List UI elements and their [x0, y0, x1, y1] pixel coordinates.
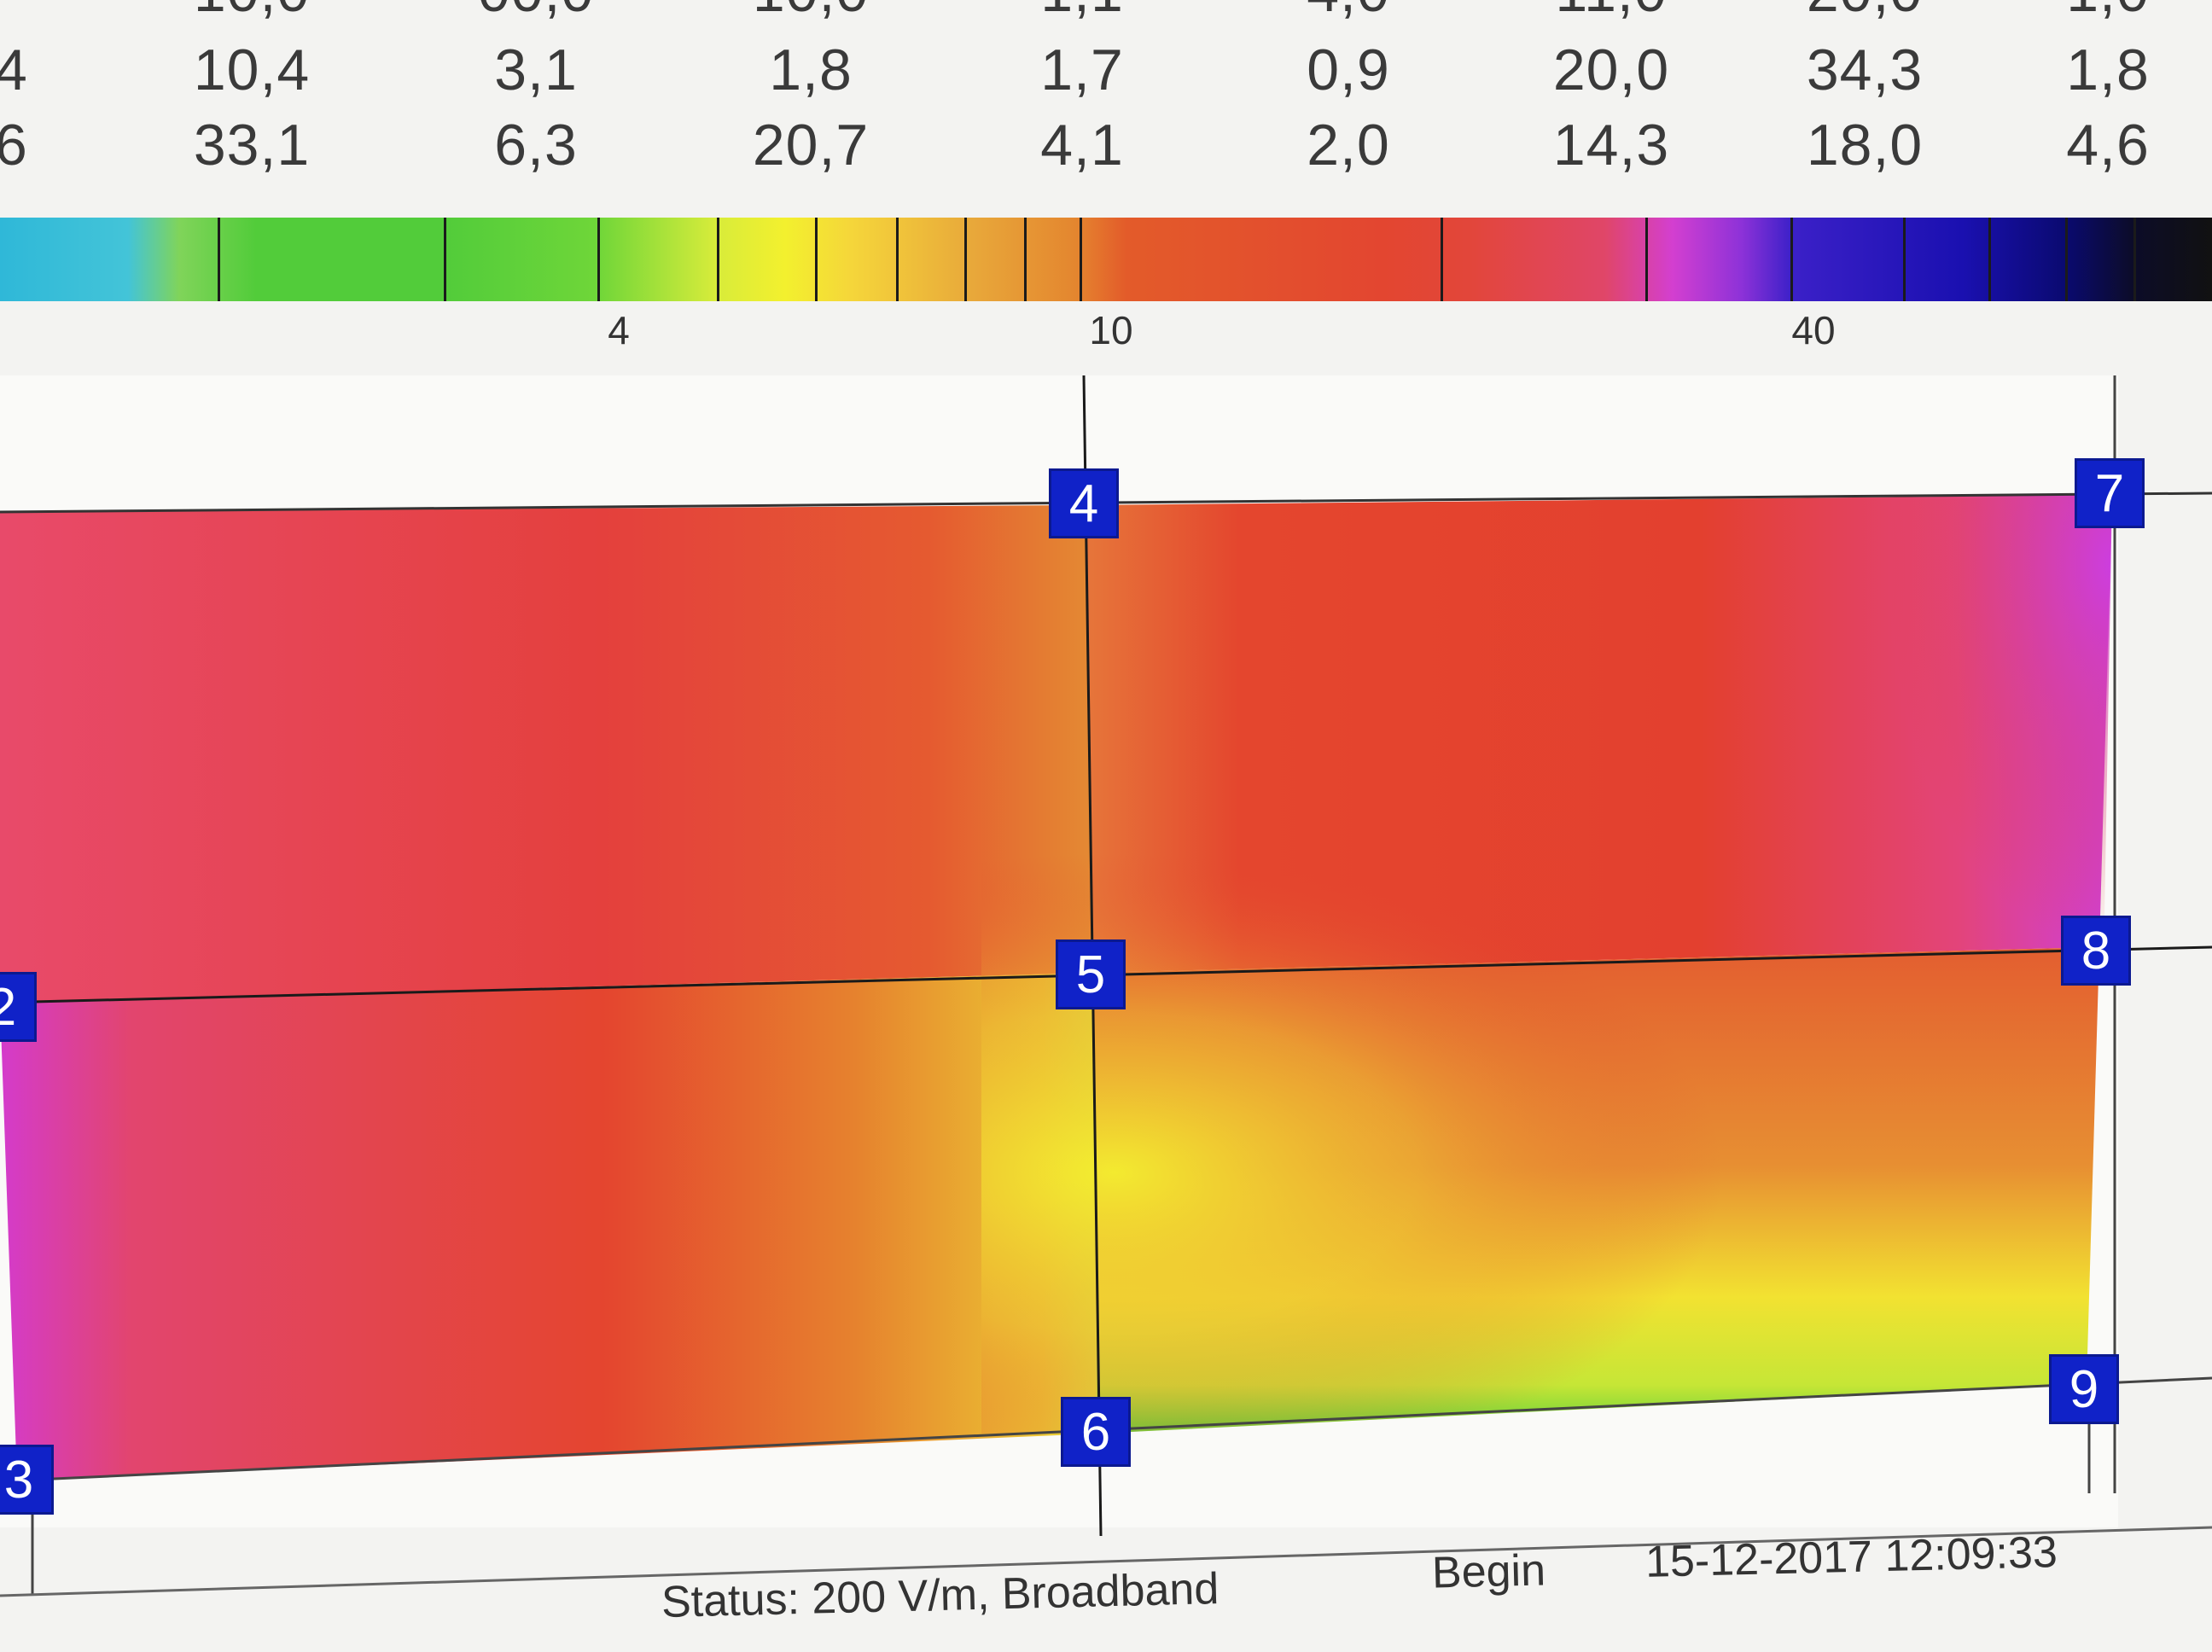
measurement-point-marker[interactable]: 7: [2077, 461, 2142, 526]
measurement-point-marker[interactable]: 2: [0, 974, 34, 1039]
status-bar: Status: 200 V/m, Broadband Begin 15-12-2…: [0, 1527, 2212, 1652]
heat-region: [0, 973, 1097, 1480]
status-timestamp: 15-12-2017 12:09:33: [1644, 1527, 2058, 1587]
measurement-point-marker[interactable]: 4: [1051, 471, 1116, 536]
heat-region: [1707, 495, 2112, 1195]
measurement-point-marker[interactable]: 8: [2064, 918, 2128, 983]
measurement-point-marker[interactable]: 9: [2052, 1357, 2116, 1422]
heat-region: [0, 505, 1092, 1003]
status-label: Status: 200 V/m, Broadband: [661, 1564, 1220, 1627]
measurement-point-marker[interactable]: 6: [1063, 1399, 1128, 1464]
measurement-point-marker[interactable]: 5: [1058, 942, 1123, 1007]
status-mode: Begin: [1431, 1545, 1546, 1598]
measurement-point-marker[interactable]: 3: [0, 1447, 51, 1512]
